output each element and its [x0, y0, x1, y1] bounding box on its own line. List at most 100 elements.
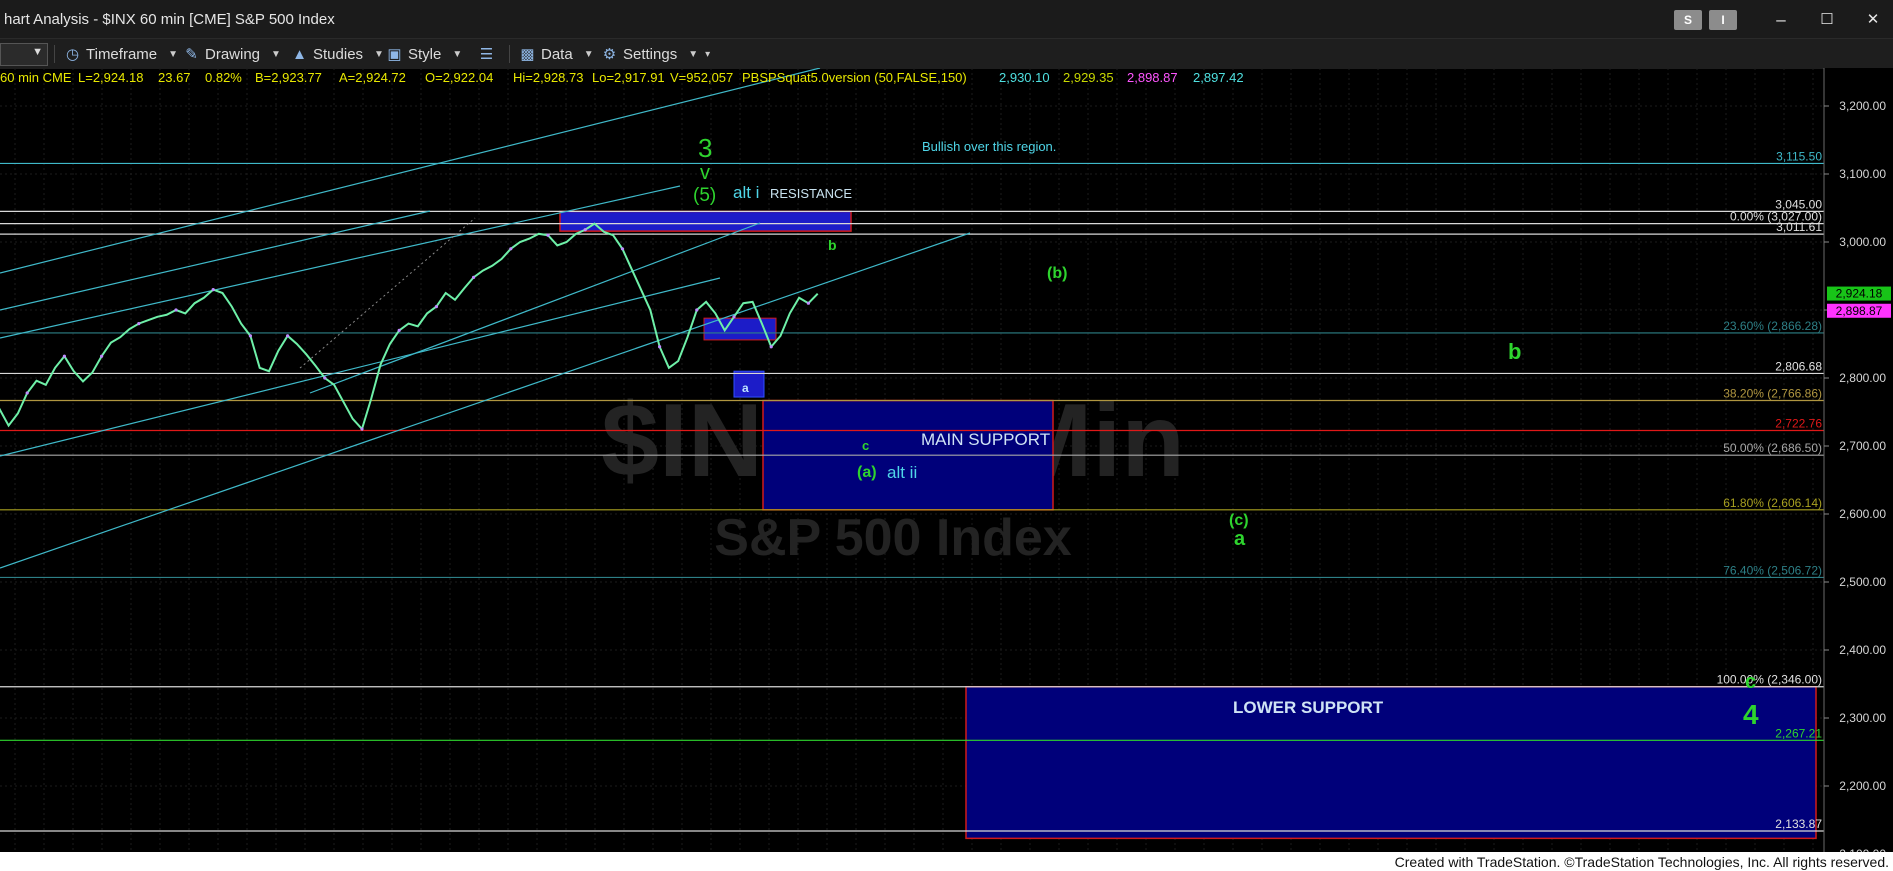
- level-label: 76.40% (2,506.72): [1723, 563, 1822, 577]
- y-tick-label: 2,600.00: [1839, 507, 1886, 521]
- y-axis: 3,200.003,100.003,000.002,900.002,800.00…: [1823, 68, 1893, 852]
- studies-button[interactable]: ▲ Studies ▼: [291, 44, 384, 64]
- drawing-label: Drawing: [205, 45, 261, 63]
- studies-label: Studies: [313, 45, 364, 63]
- price-marker: [769, 345, 773, 349]
- status-item: 2,930.10: [999, 70, 1050, 85]
- bar-chart-icon: ▩: [520, 45, 535, 63]
- y-tick-label: 3,000.00: [1839, 235, 1886, 249]
- chevron-down-icon: ▼: [452, 48, 463, 60]
- level-label: 2,267.21: [1775, 726, 1822, 740]
- price-marker-label: 2,898.87: [1836, 304, 1883, 318]
- annotation-wave-a-paren: (a): [857, 464, 877, 481]
- status-item: PBSPSquat5.0version (50,FALSE,150): [742, 70, 967, 85]
- price-marker: [472, 275, 476, 279]
- level-label: 50.00% (2,686.50): [1723, 441, 1822, 455]
- level-label: 61.80% (2,606.14): [1723, 496, 1822, 510]
- style-icon: ▣: [387, 45, 402, 63]
- channel-line: [309, 222, 761, 394]
- price-marker: [286, 334, 290, 338]
- chevron-down-icon: ▼: [583, 48, 594, 60]
- annotation-wave-b-paren: (b): [1047, 265, 1067, 282]
- annotation-wave-a-large: a: [1234, 528, 1246, 550]
- price-marker: [583, 228, 587, 232]
- annotation-wave-a-small: a: [742, 381, 749, 395]
- settings-button[interactable]: ⚙ Settings ▼ ▾: [601, 44, 710, 64]
- annotation-wave-b-large: b: [1508, 339, 1521, 364]
- settings-label: Settings: [623, 45, 678, 63]
- price-marker: [62, 354, 66, 358]
- style-label: Style: [408, 45, 442, 63]
- annotation-lower-support: LOWER SUPPORT: [1233, 698, 1384, 717]
- symbol-combo[interactable]: ▼: [0, 43, 48, 66]
- status-item: L=2,924.18: [78, 70, 143, 85]
- s-menu-badge[interactable]: S: [1674, 10, 1702, 30]
- status-item: A=2,924.72: [339, 70, 406, 85]
- annotation-main-support: MAIN SUPPORT: [921, 430, 1050, 449]
- y-tick-label: 3,200.00: [1839, 99, 1886, 113]
- window-title: hart Analysis - $INX 60 min [CME] S&P 50…: [4, 11, 335, 28]
- watermark-name: S&P 500 Index: [714, 509, 1072, 567]
- price-marker: [732, 315, 736, 319]
- timeframe-label: Timeframe: [86, 45, 158, 63]
- clock-icon: ◷: [65, 45, 80, 63]
- status-item: 23.67: [158, 70, 191, 85]
- annotation-wave-c-small: c: [862, 438, 869, 453]
- price-chart[interactable]: $INX 60 Min S&P 500 Index 3,115.503,045.…: [0, 68, 1893, 852]
- toolbar-divider: [54, 45, 55, 63]
- y-tick-label: 2,300.00: [1839, 711, 1886, 725]
- level-label: 2,133.87: [1775, 817, 1822, 831]
- style-button[interactable]: ▣ Style ▼: [386, 44, 462, 64]
- annotation-wave-c-large: c: [1745, 671, 1756, 693]
- price-marker: [658, 345, 662, 349]
- price-marker: [25, 391, 29, 395]
- annotation-wave-c-paren: (c): [1229, 512, 1249, 529]
- axis-background: [1824, 68, 1893, 852]
- channel-line: [0, 210, 431, 311]
- level-label: 38.20% (2,766.86): [1723, 387, 1822, 401]
- overflow-icon: ▾: [705, 48, 711, 60]
- status-item: 0.82%: [205, 70, 242, 85]
- minimize-button[interactable]: –: [1766, 8, 1796, 32]
- status-item: O=2,922.04: [425, 70, 493, 85]
- price-marker: [434, 305, 438, 309]
- layout-toggle-button[interactable]: ☰: [478, 44, 495, 64]
- status-item: 2,897.42: [1193, 70, 1244, 85]
- annotation-resistance: RESISTANCE: [770, 186, 852, 201]
- data-button[interactable]: ▩ Data ▼: [519, 44, 594, 64]
- wave-a-box: [733, 370, 765, 398]
- toolbar-divider: [509, 45, 510, 63]
- timeframe-button[interactable]: ◷ Timeframe ▼: [64, 44, 178, 64]
- close-button[interactable]: ✕: [1858, 8, 1888, 32]
- chevron-down-icon: ▼: [271, 48, 281, 60]
- annotation-alt-i: alt i: [733, 183, 759, 202]
- price-marker-label: 2,924.18: [1836, 287, 1883, 301]
- status-item: Lo=2,917.91: [592, 70, 665, 85]
- annotation-alt-ii: alt ii: [887, 463, 917, 482]
- i-menu-badge[interactable]: I: [1709, 10, 1737, 30]
- level-label: 2,722.76: [1775, 417, 1822, 431]
- status-item: 2,929.35: [1063, 70, 1114, 85]
- level-label: 100.00% (2,346.00): [1717, 673, 1822, 687]
- footer: Created with TradeStation. ©TradeStation…: [0, 852, 1893, 871]
- y-tick-label: 3,100.00: [1839, 167, 1886, 181]
- drawing-button[interactable]: ✎ Drawing ▼: [183, 44, 281, 64]
- price-marker: [211, 288, 215, 292]
- toolbar: ▼ ◷ Timeframe ▼ ✎ Drawing ▼ ▲ Studies ▼ …: [0, 38, 1893, 69]
- y-tick-label: 2,500.00: [1839, 575, 1886, 589]
- price-marker: [360, 427, 364, 431]
- price-marker: [695, 308, 699, 312]
- status-item: B=2,923.77: [255, 70, 322, 85]
- layout-icon: ☰: [479, 45, 494, 63]
- status-item: V=952,057: [670, 70, 733, 85]
- status-item: 60 min CME: [0, 70, 72, 85]
- price-marker: [546, 233, 550, 237]
- status-line: 60 min CME L=2,924.18 23.67 0.82% B=2,923.77…: [0, 70, 1244, 85]
- maximize-button[interactable]: ☐: [1812, 8, 1842, 32]
- price-marker: [620, 247, 625, 251]
- status-item: 2,898.87: [1127, 70, 1178, 85]
- studies-icon: ▲: [292, 45, 307, 63]
- price-marker: [174, 308, 178, 312]
- annotation-wave-4: 4: [1743, 699, 1759, 730]
- annotation-bullish-note: Bullish over this region.: [922, 139, 1056, 154]
